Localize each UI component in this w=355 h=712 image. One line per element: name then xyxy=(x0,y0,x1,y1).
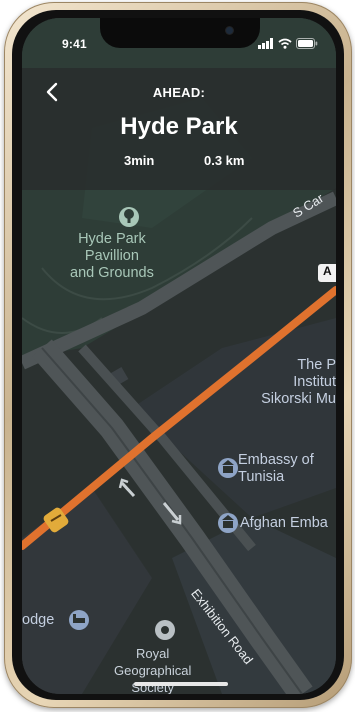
wifi-icon xyxy=(278,38,292,49)
building-icon xyxy=(218,513,238,533)
poi-label-line: Afghan Emba xyxy=(240,515,328,531)
poi-label-line: The P xyxy=(297,357,336,373)
map-screen[interactable]: Hyde Park Pavillion and Grounds The P In… xyxy=(22,18,336,694)
bed-icon xyxy=(69,610,89,630)
poi-label-line: Embassy of xyxy=(238,452,314,468)
poi-label-line: Geographical xyxy=(114,663,192,678)
poi-label-line: Tunisia xyxy=(238,469,285,485)
notch xyxy=(100,18,260,48)
eta-distance: 0.3 km xyxy=(204,153,245,168)
poi-hyde-park-pavillion[interactable]: Hyde Park Pavillion and Grounds xyxy=(70,231,154,282)
navigation-header: AHEAD: Hyde Park 3min 0.3 km xyxy=(22,68,336,190)
poi-label-line: Sikorski Mu xyxy=(261,391,336,407)
ahead-label: AHEAD: xyxy=(152,85,206,100)
status-time: 9:41 xyxy=(62,37,87,51)
poi-royal-geographical-society[interactable]: Royal Geographical Society xyxy=(114,645,191,694)
poi-polish-institute[interactable]: The P Institut Sikorski Mu xyxy=(216,357,336,408)
poi-embassy-of-tunisia[interactable]: Embassy of Tunisia xyxy=(238,452,314,486)
poi-lodge[interactable]: odge xyxy=(22,612,54,629)
circle-dot-icon xyxy=(155,620,175,640)
poi-label-line: odge xyxy=(22,612,55,628)
status-bar: 9:41 xyxy=(22,18,336,68)
eta-time: 3min xyxy=(124,153,155,168)
battery-icon xyxy=(296,38,318,49)
route-sign-label: A xyxy=(323,264,332,278)
poi-afghan-embassy[interactable]: Afghan Emba xyxy=(240,515,328,532)
building-icon xyxy=(218,458,238,478)
signal-icon xyxy=(258,38,273,49)
poi-label-line: Pavillion xyxy=(84,248,139,264)
poi-label-line: Royal xyxy=(136,646,170,661)
status-icons xyxy=(258,38,318,49)
destination-title: Hyde Park xyxy=(120,113,238,140)
poi-label-line: Hyde Park xyxy=(78,231,146,247)
tree-icon xyxy=(119,207,139,227)
poi-label-line: Institut xyxy=(293,374,336,390)
home-indicator[interactable] xyxy=(134,682,228,686)
camera-icon xyxy=(226,27,233,34)
poi-label-line: and Grounds xyxy=(70,265,154,281)
